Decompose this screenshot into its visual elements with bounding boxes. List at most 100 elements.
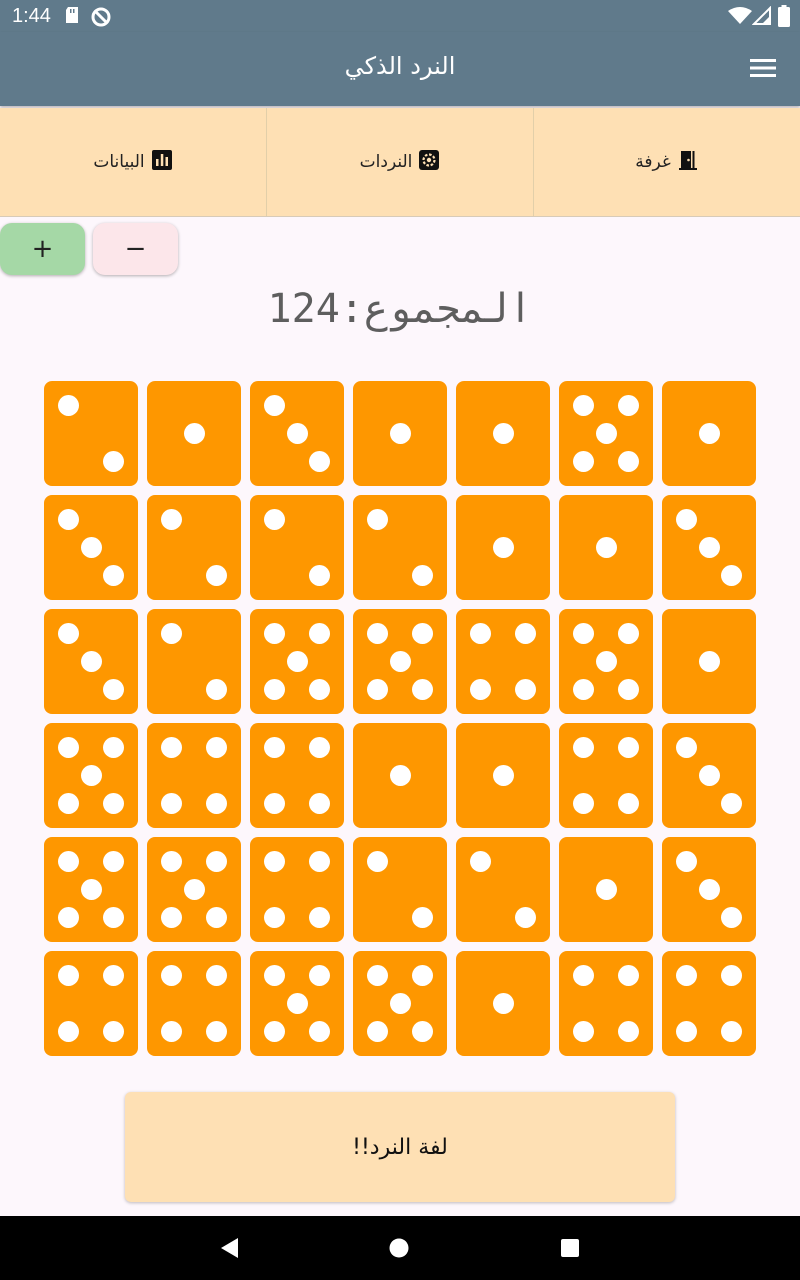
die[interactable] xyxy=(44,951,138,1056)
dice-total: المجموع:124 xyxy=(267,286,533,332)
die-pip xyxy=(698,765,720,786)
die-pip xyxy=(618,679,640,701)
die[interactable] xyxy=(250,837,344,942)
die[interactable] xyxy=(250,951,344,1056)
die-pip xyxy=(412,1021,434,1043)
die[interactable] xyxy=(44,495,138,600)
die-pip xyxy=(675,736,697,758)
die-pip xyxy=(160,850,182,872)
die[interactable] xyxy=(250,723,344,828)
die-pip xyxy=(515,679,537,701)
die[interactable] xyxy=(559,381,653,486)
die-pip xyxy=(206,565,228,587)
die-pip xyxy=(263,622,285,644)
die-pip xyxy=(80,879,102,900)
die-pip xyxy=(618,622,640,644)
die[interactable] xyxy=(662,495,756,600)
die[interactable] xyxy=(662,723,756,828)
die-pip xyxy=(618,964,640,986)
tab-stats-label: البيانات xyxy=(93,152,145,172)
die[interactable] xyxy=(147,381,241,486)
die[interactable] xyxy=(44,837,138,942)
die[interactable] xyxy=(353,495,447,600)
die-pip xyxy=(492,993,514,1014)
die[interactable] xyxy=(662,951,756,1056)
die[interactable] xyxy=(456,951,550,1056)
remove-die-button[interactable]: − xyxy=(93,223,178,275)
die[interactable] xyxy=(250,381,344,486)
die-pip xyxy=(675,850,697,872)
die-pip xyxy=(80,537,102,558)
status-bar: 1:44 xyxy=(0,0,800,32)
die-pip xyxy=(309,907,331,929)
die-pip xyxy=(366,508,388,530)
die-pip xyxy=(57,850,79,872)
die-pip xyxy=(492,423,514,444)
battery-icon xyxy=(778,5,790,31)
die-pip xyxy=(263,907,285,929)
die[interactable] xyxy=(662,837,756,942)
status-time: 1:44 xyxy=(12,5,51,27)
die-pip xyxy=(366,679,388,701)
die[interactable] xyxy=(456,723,550,828)
die-pip xyxy=(263,679,285,701)
die-pip xyxy=(57,736,79,758)
die[interactable] xyxy=(353,381,447,486)
menu-icon[interactable] xyxy=(750,58,776,82)
die[interactable] xyxy=(456,495,550,600)
die-pip xyxy=(286,993,308,1014)
add-die-button[interactable]: + xyxy=(0,223,85,275)
die[interactable] xyxy=(353,609,447,714)
die[interactable] xyxy=(147,609,241,714)
tab-dice[interactable]: النردات xyxy=(267,108,534,216)
die[interactable] xyxy=(456,609,550,714)
die[interactable] xyxy=(353,723,447,828)
die[interactable] xyxy=(250,609,344,714)
die-pip xyxy=(412,907,434,929)
die[interactable] xyxy=(44,723,138,828)
die[interactable] xyxy=(456,381,550,486)
die-pip xyxy=(57,1021,79,1043)
die[interactable] xyxy=(559,951,653,1056)
die-pip xyxy=(103,1021,125,1043)
die[interactable] xyxy=(147,951,241,1056)
tab-room[interactable]: غرفة xyxy=(534,108,800,216)
die-pip xyxy=(698,651,720,672)
die[interactable] xyxy=(559,837,653,942)
die[interactable] xyxy=(147,495,241,600)
die-pip xyxy=(595,651,617,672)
die-pip xyxy=(160,907,182,929)
die[interactable] xyxy=(559,609,653,714)
die-pip xyxy=(103,850,125,872)
die[interactable] xyxy=(662,609,756,714)
back-icon[interactable] xyxy=(218,1236,240,1264)
die[interactable] xyxy=(147,723,241,828)
die-pip xyxy=(103,736,125,758)
die[interactable] xyxy=(456,837,550,942)
vpn-icon xyxy=(90,6,112,32)
die-pip xyxy=(80,651,102,672)
recents-icon[interactable] xyxy=(560,1238,580,1262)
roll-dice-button[interactable]: لفة النرد!! xyxy=(125,1092,675,1202)
die-pip xyxy=(160,508,182,530)
die[interactable] xyxy=(353,837,447,942)
die-pip xyxy=(515,907,537,929)
die[interactable] xyxy=(44,609,138,714)
die[interactable] xyxy=(559,723,653,828)
die[interactable] xyxy=(353,951,447,1056)
die-pip xyxy=(263,736,285,758)
die-pip xyxy=(80,765,102,786)
die[interactable] xyxy=(662,381,756,486)
die-pip xyxy=(492,765,514,786)
tab-bar: غرفة النردات البيانات xyxy=(0,108,800,217)
die[interactable] xyxy=(44,381,138,486)
die-pip xyxy=(618,1021,640,1043)
die-pip xyxy=(160,622,182,644)
tab-stats[interactable]: البيانات xyxy=(0,108,267,216)
die-pip xyxy=(572,736,594,758)
die[interactable] xyxy=(559,495,653,600)
die[interactable] xyxy=(250,495,344,600)
die[interactable] xyxy=(147,837,241,942)
die-pip xyxy=(412,964,434,986)
home-icon[interactable] xyxy=(388,1237,410,1263)
